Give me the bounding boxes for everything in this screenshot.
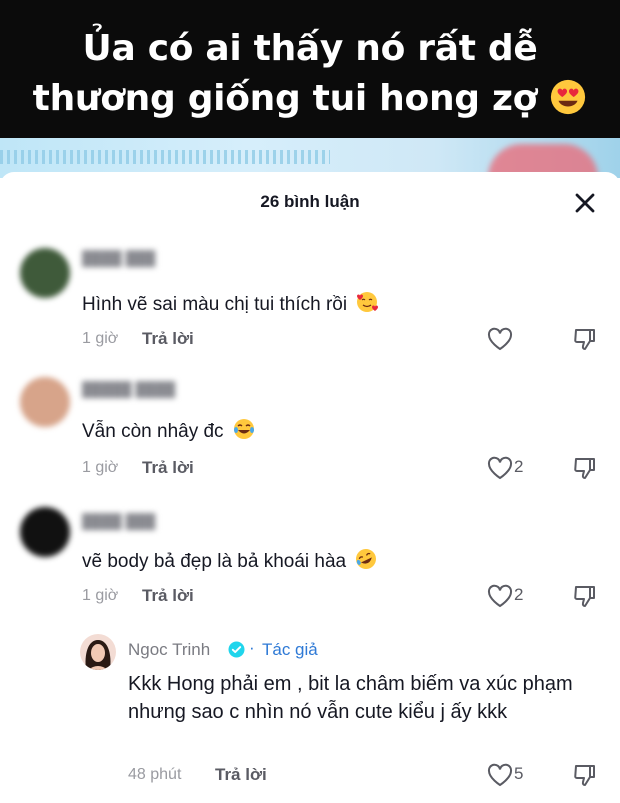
comment-time: 1 giờ bbox=[82, 459, 119, 476]
reply-button[interactable]: Trả lời bbox=[142, 458, 194, 478]
video-caption: Ủa có ai thấy nó rất dễ thương giống tui… bbox=[0, 24, 620, 124]
heart-icon[interactable] bbox=[486, 326, 514, 352]
dislike-icon[interactable] bbox=[572, 762, 598, 788]
verified-badge-icon bbox=[228, 641, 245, 658]
reply-button[interactable]: Trả lời bbox=[142, 329, 194, 349]
dislike-icon[interactable] bbox=[572, 583, 598, 609]
author-avatar[interactable] bbox=[80, 634, 116, 670]
comment-count-title: 26 bình luận bbox=[260, 192, 360, 211]
comment-time: 1 giờ bbox=[82, 330, 119, 347]
comment-time: 1 giờ bbox=[82, 587, 119, 604]
reply-time: 48 phút bbox=[128, 766, 182, 783]
rolling-on-floor-laughing-icon bbox=[356, 549, 377, 569]
comment-text: Vẫn còn nhây đc bbox=[82, 417, 256, 443]
dislike-icon[interactable] bbox=[572, 455, 598, 481]
heart-icon[interactable] bbox=[486, 762, 514, 788]
heart-eyes-emoji-icon bbox=[551, 79, 586, 115]
username-blurred[interactable]: █████ ████ bbox=[82, 381, 175, 397]
author-tag: Tác giả bbox=[262, 640, 318, 659]
reply-button[interactable]: Trả lời bbox=[142, 586, 194, 606]
video-background: Ủa có ai thấy nó rất dễ thương giống tui… bbox=[0, 0, 620, 178]
heart-icon[interactable] bbox=[486, 455, 514, 481]
reply-button[interactable]: Trả lời bbox=[215, 765, 267, 785]
smiling-face-with-hearts-icon bbox=[357, 292, 379, 312]
username-blurred[interactable]: ████ ███ bbox=[82, 513, 155, 529]
avatar[interactable] bbox=[20, 507, 70, 557]
comments-sheet: 26 bình luận ████ ███ Hình vẽ sai màu ch… bbox=[0, 172, 620, 803]
dislike-icon[interactable] bbox=[572, 326, 598, 352]
like-count: 2 bbox=[514, 585, 524, 604]
avatar[interactable] bbox=[20, 377, 70, 427]
heart-icon[interactable] bbox=[486, 583, 514, 609]
username-blurred[interactable]: ████ ███ bbox=[82, 250, 155, 266]
close-icon[interactable] bbox=[570, 188, 600, 218]
comment-text: Hình vẽ sai màu chị tui thích rồi bbox=[82, 290, 379, 316]
tears-of-joy-icon bbox=[233, 419, 254, 439]
reply-text: Kkk Hong phải em , bit la châm biếm va x… bbox=[128, 673, 573, 723]
comment-text: vẽ body bả đẹp là bả khoái hàa bbox=[82, 547, 378, 573]
avatar[interactable] bbox=[20, 248, 70, 298]
sheet-header: 26 bình luận bbox=[0, 172, 620, 230]
separator-dot: · bbox=[249, 638, 255, 657]
like-count: 5 bbox=[514, 764, 524, 783]
like-count: 2 bbox=[514, 457, 524, 476]
author-name[interactable]: Ngoc Trinh bbox=[128, 640, 210, 660]
caption-line-1: Ủa có ai thấy nó rất dễ bbox=[82, 28, 538, 69]
caption-line-2: thương giống tui hong zợ bbox=[0, 74, 620, 124]
